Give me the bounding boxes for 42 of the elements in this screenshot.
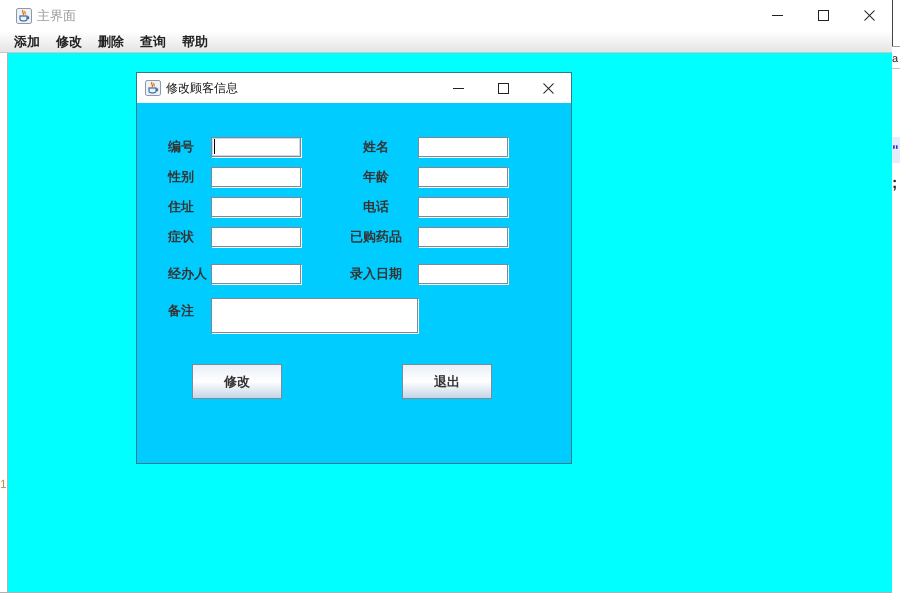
menu-item[interactable]: 帮助 [174,32,216,50]
field-label: 年龄 [362,168,390,186]
edit-button[interactable]: 修改 [192,364,282,399]
input-field[interactable] [211,167,301,187]
input-field[interactable] [418,167,508,187]
coffee-cup-icon [16,8,32,24]
field-label: 录入日期 [349,265,403,284]
input-field[interactable] [418,197,508,217]
exit-button[interactable]: 退出 [402,364,492,399]
coffee-cup-icon [145,80,161,96]
input-field[interactable] [211,227,301,247]
menu-item[interactable]: 查询 [132,32,174,50]
field-label: 备注 [168,302,195,320]
input-field[interactable] [211,264,301,284]
close-icon [864,10,874,21]
text-fragment: a [892,53,900,65]
text-fragment: ; [892,175,898,193]
minimize-icon [772,15,782,16]
field-label: 编号 [168,138,195,156]
input-field[interactable] [211,298,418,333]
field-label: 姓名 [362,138,390,156]
menu-item[interactable]: 删除 [90,32,132,50]
close-icon [543,82,554,94]
input-field[interactable] [418,227,508,247]
menu-item[interactable]: 添加 [6,32,48,50]
field-label: 住址 [168,198,195,216]
field-label: 症状 [168,228,195,246]
menu-item[interactable]: 修改 [48,32,90,50]
text-fragment: 1 [0,477,7,491]
dialog-title: 修改顾客信息 [166,80,238,97]
maximize-icon [498,82,509,94]
field-label: 性别 [168,168,195,186]
input-field[interactable] [418,264,508,284]
window-title: 主界面 [37,6,76,25]
input-field[interactable] [418,137,508,157]
input-field[interactable] [211,197,301,217]
field-label: 电话 [362,198,390,216]
maximize-icon [818,10,828,21]
field-label: 经办人 [168,265,208,284]
input-field[interactable] [211,137,301,157]
text-fragment: " [892,143,899,157]
field-label: 已购药品 [349,228,403,246]
